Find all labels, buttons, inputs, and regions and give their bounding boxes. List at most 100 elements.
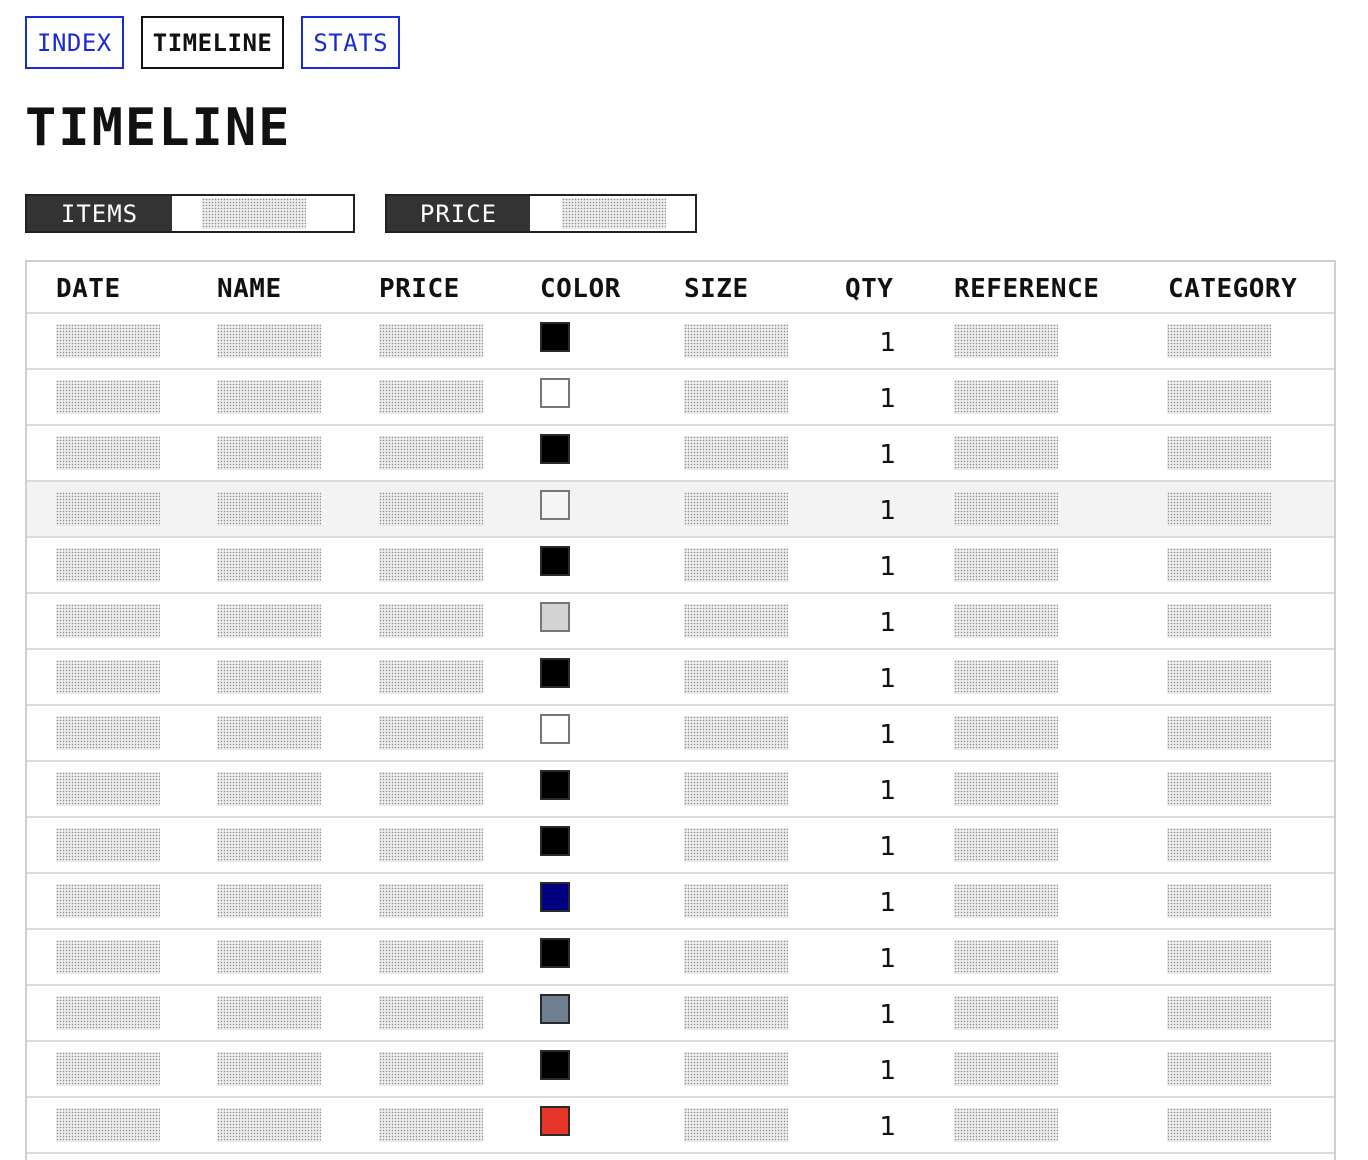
tab-timeline[interactable]: TIMELINE (140, 16, 285, 69)
column-header-size[interactable]: SIZE (684, 262, 749, 312)
table-row[interactable]: 1 (27, 594, 1334, 650)
column-header-price[interactable]: PRICE (379, 262, 460, 312)
name-cell-redacted (217, 548, 321, 582)
name-cell-redacted (217, 996, 321, 1030)
price-cell-redacted (379, 940, 483, 974)
size-cell-redacted (684, 996, 788, 1030)
color-swatch (540, 882, 570, 912)
table-row[interactable]: 1 (27, 930, 1334, 986)
table-row[interactable]: 1 (27, 762, 1334, 818)
date-cell-redacted (56, 324, 160, 358)
color-swatch (540, 658, 570, 688)
qty-cell: 1 (879, 832, 896, 862)
qty-cell: 1 (879, 1112, 896, 1142)
category-cell-redacted (1167, 940, 1271, 974)
table-row[interactable]: 1 (27, 426, 1334, 482)
tab-stats[interactable]: STATS (301, 16, 401, 69)
price-filter-label: PRICE (387, 196, 530, 231)
name-cell-redacted (217, 604, 321, 638)
qty-cell: 1 (879, 664, 896, 694)
name-cell-redacted (217, 492, 321, 526)
table-row[interactable]: 1 (27, 314, 1334, 370)
table-row[interactable]: 1 (27, 1098, 1334, 1154)
qty-cell: 1 (879, 608, 896, 638)
table-row[interactable]: 1 (27, 706, 1334, 762)
reference-cell-redacted (954, 380, 1058, 414)
date-cell-redacted (56, 660, 160, 694)
price-cell-redacted (379, 604, 483, 638)
price-cell-redacted (379, 1108, 483, 1142)
items-filter-value[interactable] (172, 196, 353, 231)
qty-cell: 1 (879, 888, 896, 918)
color-swatch (540, 714, 570, 744)
category-cell-redacted (1167, 1108, 1271, 1142)
qty-cell: 1 (879, 440, 896, 470)
size-cell-redacted (684, 940, 788, 974)
size-cell-redacted (684, 436, 788, 470)
category-cell-redacted (1167, 436, 1271, 470)
qty-cell: 1 (879, 384, 896, 414)
size-cell-redacted (684, 548, 788, 582)
column-header-reference[interactable]: REFERENCE (954, 262, 1099, 312)
table-row[interactable]: 1 (27, 538, 1334, 594)
date-cell-redacted (56, 1052, 160, 1086)
category-cell-redacted (1167, 1052, 1271, 1086)
table-body: 1 1 1 1 1 1 1 1 1 1 1 1 1 1 1 (27, 314, 1334, 1160)
color-swatch (540, 434, 570, 464)
table-row[interactable]: 1 (27, 874, 1334, 930)
size-cell-redacted (684, 772, 788, 806)
table-row[interactable]: 1 (27, 1042, 1334, 1098)
tab-index[interactable]: INDEX (25, 16, 124, 69)
qty-cell: 1 (879, 776, 896, 806)
date-cell-redacted (56, 604, 160, 638)
price-filter-value[interactable] (530, 196, 695, 231)
date-cell-redacted (56, 436, 160, 470)
category-cell-redacted (1167, 772, 1271, 806)
price-cell-redacted (379, 380, 483, 414)
reference-cell-redacted (954, 492, 1058, 526)
price-cell-redacted (379, 884, 483, 918)
qty-cell: 1 (879, 1000, 896, 1030)
reference-cell-redacted (954, 940, 1058, 974)
size-cell-redacted (684, 660, 788, 694)
date-cell-redacted (56, 716, 160, 750)
table-row[interactable]: 1 (27, 818, 1334, 874)
reference-cell-redacted (954, 1052, 1058, 1086)
table-row[interactable]: 1 (27, 986, 1334, 1042)
size-cell-redacted (684, 324, 788, 358)
price-cell-redacted (379, 324, 483, 358)
price-cell-redacted (379, 1052, 483, 1086)
date-cell-redacted (56, 380, 160, 414)
color-swatch (540, 378, 570, 408)
column-header-date[interactable]: DATE (56, 262, 121, 312)
name-cell-redacted (217, 772, 321, 806)
table-row[interactable]: 1 (27, 370, 1334, 426)
date-cell-redacted (56, 548, 160, 582)
reference-cell-redacted (954, 884, 1058, 918)
price-cell-redacted (379, 828, 483, 862)
price-cell-redacted (379, 548, 483, 582)
reference-cell-redacted (954, 436, 1058, 470)
table-row[interactable]: 1 (27, 482, 1334, 538)
filter-bar: ITEMS PRICE (25, 194, 697, 233)
name-cell-redacted (217, 884, 321, 918)
items-filter[interactable]: ITEMS (25, 194, 355, 233)
size-cell-redacted (684, 828, 788, 862)
category-cell-redacted (1167, 716, 1271, 750)
category-cell-redacted (1167, 884, 1271, 918)
category-cell-redacted (1167, 548, 1271, 582)
price-filter[interactable]: PRICE (385, 194, 697, 233)
column-header-category[interactable]: CATEGORY (1168, 262, 1297, 312)
name-cell-redacted (217, 1108, 321, 1142)
column-header-name[interactable]: NAME (217, 262, 282, 312)
column-header-qty[interactable]: QTY (845, 262, 893, 312)
redacted-value (202, 198, 306, 229)
color-swatch (540, 938, 570, 968)
size-cell-redacted (684, 604, 788, 638)
name-cell-redacted (217, 436, 321, 470)
name-cell-redacted (217, 828, 321, 862)
table-row[interactable] (27, 1154, 1334, 1160)
column-header-color[interactable]: COLOR (540, 262, 621, 312)
table-row[interactable]: 1 (27, 650, 1334, 706)
category-cell-redacted (1167, 660, 1271, 694)
